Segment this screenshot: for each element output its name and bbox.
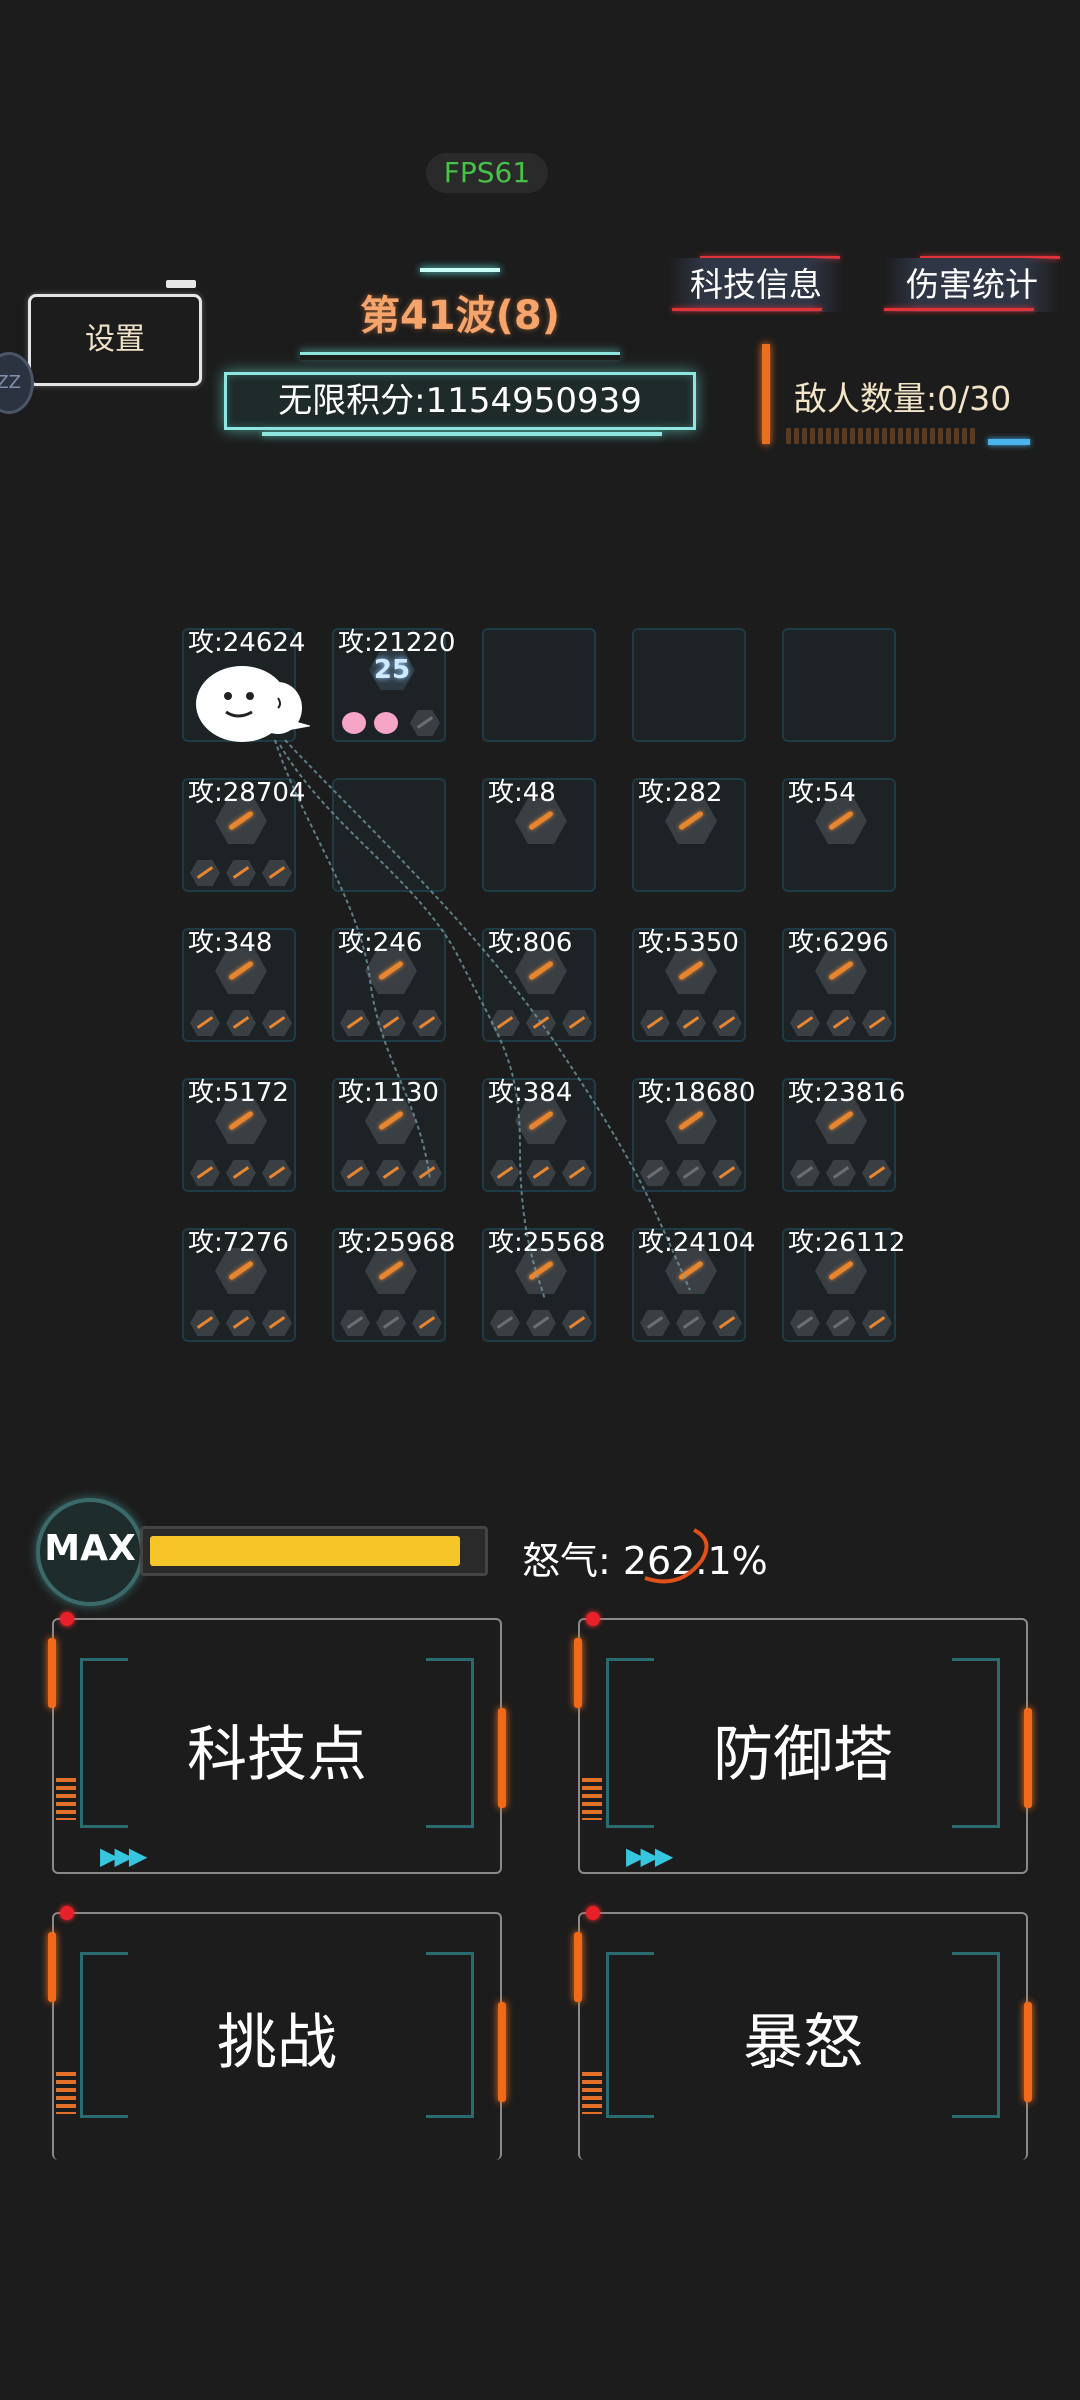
tech-points-label: 科技点: [187, 1720, 367, 1790]
tech-points-panel[interactable]: ▶▶▶ 科技点: [48, 1612, 506, 1874]
challenge-panel[interactable]: 挑战: [48, 1906, 506, 2160]
challenge-label: 挑战: [217, 2008, 337, 2078]
fury-panel[interactable]: 暴怒: [574, 1906, 1032, 2160]
max-label: MAX: [44, 1528, 136, 1569]
panel-accent-left: [48, 1638, 56, 1708]
panel-red-dot: [586, 1906, 600, 1920]
tower-link-lines: [274, 739, 691, 1301]
defense-tower-panel[interactable]: ▶▶▶ 防御塔: [574, 1612, 1032, 1874]
cloud-face-icon: [196, 666, 310, 742]
panel-arrows-icon: ▶▶▶: [626, 1842, 673, 1870]
panel-accent-left: [574, 1932, 582, 2002]
panel-red-dot: [60, 1906, 74, 1920]
rage-flame-icon: [644, 1528, 709, 1584]
panel-red-dot: [60, 1612, 74, 1626]
panel-arrows-icon: ▶▶▶: [100, 1842, 147, 1870]
rage-bar-fill: [150, 1536, 460, 1566]
fury-label: 暴怒: [743, 2008, 863, 2078]
panel-accent-left: [574, 1638, 582, 1708]
defense-tower-label: 防御塔: [713, 1720, 893, 1790]
panel-accent-left: [48, 1932, 56, 2002]
panel-red-dot: [586, 1612, 600, 1626]
